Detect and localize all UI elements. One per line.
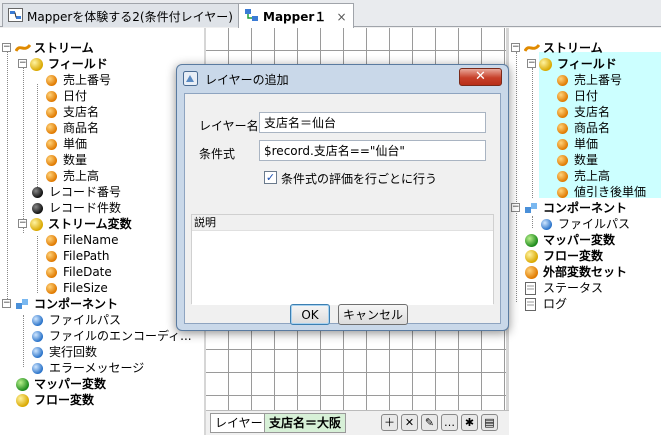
tab-label: Mapperを体験する2(条件付レイヤー) <box>27 10 233 24</box>
field-icon <box>46 171 57 182</box>
field-icon <box>557 187 568 198</box>
field-icon <box>46 123 57 134</box>
mapper-variable-icon <box>16 378 29 391</box>
condition-label: 条件式 <box>199 147 236 161</box>
input-schema-panel: − ストリーム − フィールド 売上番号 日付 支店名 商品名 単価 数量 売上… <box>0 28 204 435</box>
document-icon <box>525 282 536 295</box>
dialog-title: レイヤーの追加 <box>205 73 289 87</box>
cancel-button[interactable]: キャンセル <box>338 304 408 325</box>
tree-component[interactable]: − コンポーネント <box>2 296 202 312</box>
collapse-icon[interactable]: − <box>511 43 520 52</box>
tree-component[interactable]: − コンポーネント <box>511 200 661 216</box>
component-icon <box>16 299 28 309</box>
tab-mapper1[interactable]: Mapper１ × <box>238 3 354 28</box>
layer-tab-active[interactable]: 支店名＝大阪 <box>264 413 347 433</box>
collapse-icon[interactable]: − <box>18 219 27 228</box>
record-icon <box>32 203 43 214</box>
mapper-icon <box>8 8 23 22</box>
field-icon <box>557 107 568 118</box>
stream-icon <box>15 43 31 52</box>
description-textarea[interactable] <box>192 231 493 305</box>
tab-bar: Mapperを体験する2(条件付レイヤー) × Mapper１ × <box>0 0 661 28</box>
component-icon <box>525 203 537 213</box>
description-group: 説明 <box>191 214 494 305</box>
field-icon <box>46 91 57 102</box>
component-item-icon <box>32 347 43 358</box>
variable-icon <box>46 283 57 294</box>
field-icon <box>557 155 568 166</box>
tree-component-item[interactable]: ファイルのエンコーディ... <box>32 328 202 344</box>
layer-name-label: レイヤー名 <box>199 119 259 133</box>
field-icon <box>557 75 568 86</box>
component-item-icon <box>32 331 43 342</box>
variable-icon <box>46 235 57 246</box>
field-icon <box>557 171 568 182</box>
variable-icon <box>46 251 57 262</box>
stream-icon <box>524 43 540 52</box>
tree-stream-variables[interactable]: − ストリーム変数 <box>18 216 198 232</box>
remove-layer-icon[interactable]: ✕ <box>401 414 418 431</box>
field-group-icon <box>30 58 43 71</box>
comment-icon[interactable]: … <box>441 414 458 431</box>
flow-variable-icon <box>525 250 538 263</box>
add-layer-icon[interactable]: ＋ <box>381 414 398 431</box>
field-group-icon <box>539 58 552 71</box>
evaluate-per-row-label[interactable]: 条件式の評価を行ごとに行う <box>281 170 437 187</box>
tree-stream[interactable]: − ストリーム <box>511 40 661 56</box>
field-icon <box>46 155 57 166</box>
dialog-title-bar[interactable]: レイヤーの追加 ✕ <box>177 65 508 92</box>
variable-icon <box>46 267 57 278</box>
dialog-body: レイヤー名 条件式 ✓ 条件式の評価を行ごとに行う 説明 OK キャンセル <box>184 93 501 325</box>
description-label: 説明 <box>192 215 493 231</box>
flow-variable-icon <box>16 394 29 407</box>
tab-close-icon[interactable]: × <box>336 10 346 24</box>
field-icon <box>46 139 57 150</box>
mapper-variable-icon <box>525 234 538 247</box>
tree-stream[interactable]: − ストリーム <box>2 40 202 56</box>
layer-icon <box>183 71 198 86</box>
tab-mapper-experience[interactable]: Mapperを体験する2(条件付レイヤー) × <box>2 3 260 27</box>
variable-group-icon <box>30 218 43 231</box>
collapse-icon[interactable]: − <box>511 203 520 212</box>
close-icon[interactable]: ✕ <box>459 68 502 86</box>
layer-name-input[interactable] <box>259 112 486 133</box>
ok-button[interactable]: OK <box>290 304 330 325</box>
tree-field[interactable]: − フィールド <box>18 56 198 72</box>
component-item-icon <box>541 219 552 230</box>
edit-layer-icon[interactable]: ✎ <box>421 414 438 431</box>
field-icon <box>557 91 568 102</box>
debug-icon[interactable]: ✱ <box>461 414 478 431</box>
layer-tab-bar: レイヤー1 支店名＝大阪 ＋ ✕ ✎ … ✱ ▤ <box>206 410 509 435</box>
layer-settings-icon[interactable]: ▤ <box>481 414 498 431</box>
component-item-icon <box>32 315 43 326</box>
add-layer-dialog: レイヤーの追加 ✕ レイヤー名 条件式 ✓ 条件式の評価を行ごとに行う 説明 O… <box>176 64 509 331</box>
field-icon <box>557 123 568 134</box>
external-variable-icon <box>525 266 538 279</box>
collapse-icon[interactable]: − <box>18 59 27 68</box>
component-item-icon <box>32 363 43 374</box>
collapse-icon[interactable]: − <box>2 43 11 52</box>
field-icon <box>46 75 57 86</box>
document-icon <box>525 298 536 311</box>
tab-label: Mapper１ <box>263 10 327 24</box>
collapse-icon[interactable]: − <box>2 299 11 308</box>
collapse-icon[interactable]: − <box>527 59 536 68</box>
tree-field[interactable]: − フィールド <box>527 56 657 72</box>
condition-input[interactable] <box>259 140 486 161</box>
field-icon <box>557 139 568 150</box>
evaluate-per-row-checkbox[interactable]: ✓ <box>264 171 277 184</box>
output-schema-panel: − ストリーム − フィールド 売上番号 日付 支店名 商品名 単価 数量 売上… <box>509 28 661 435</box>
field-icon <box>46 107 57 118</box>
record-icon <box>32 187 43 198</box>
mapper-icon <box>245 9 258 21</box>
